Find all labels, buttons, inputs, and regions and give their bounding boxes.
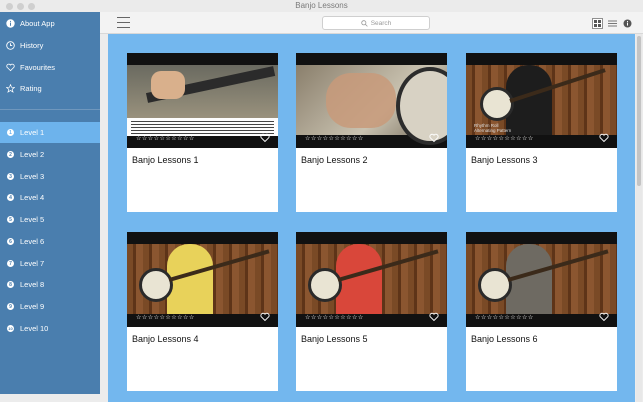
hand-image (151, 71, 185, 99)
sidebar-item-level-3[interactable]: 3 Level 3 (0, 166, 100, 187)
sidebar-item-label: Level 4 (20, 193, 45, 202)
lesson-card[interactable]: ☆☆☆☆☆☆☆☆☆☆ Banjo Lessons 2 (296, 53, 447, 212)
sidebar-item-label: Level 5 (20, 215, 45, 224)
toolbar: Search (100, 12, 643, 34)
level-number-icon: 9 (6, 302, 15, 311)
list-view-icon[interactable] (607, 16, 618, 27)
tablature-image (127, 118, 278, 136)
banjo-image (308, 268, 342, 302)
sidebar-item-level-8[interactable]: 8 Level 8 (0, 274, 100, 295)
sidebar-item-label: History (20, 41, 44, 50)
search-input[interactable]: Search (322, 16, 430, 30)
level-number-icon: 8 (6, 280, 15, 289)
sidebar-item-rating[interactable]: Rating (0, 78, 100, 99)
favourite-heart-icon[interactable] (599, 312, 609, 322)
sidebar-item-label: Level 8 (20, 280, 45, 289)
favourite-heart-icon[interactable] (260, 133, 270, 143)
lesson-card[interactable]: ☆☆☆☆☆☆☆☆☆☆ Banjo Lessons 4 (127, 232, 278, 391)
grid-view-icon[interactable] (592, 16, 603, 29)
heart-outline-icon (6, 63, 15, 72)
window-title: Banjo Lessons (295, 1, 348, 10)
level-number-icon: 7 (6, 259, 15, 268)
lesson-card[interactable]: ☆☆☆☆☆☆☆☆☆☆ Banjo Lessons 6 (466, 232, 617, 391)
lesson-title: Banjo Lessons 5 (301, 334, 368, 344)
level-number-icon: 2 (6, 150, 15, 159)
scroll-thumb[interactable] (637, 36, 641, 186)
search-icon (360, 19, 368, 27)
rating-stars[interactable]: ☆☆☆☆☆☆☆☆☆☆ (136, 135, 195, 142)
rating-stars[interactable]: ☆☆☆☆☆☆☆☆☆☆ (136, 314, 195, 321)
lesson-thumbnail[interactable]: ☆☆☆☆☆☆☆☆☆☆ (296, 232, 447, 327)
level-number-icon: 10 (7, 325, 14, 332)
sidebar-item-label: Level 1 (20, 128, 45, 137)
sidebar-item-label: Level 6 (20, 237, 45, 246)
banjo-image (480, 87, 514, 121)
sidebar-item-level-9[interactable]: 9 Level 9 (0, 296, 100, 317)
rating-stars[interactable]: ☆☆☆☆☆☆☆☆☆☆ (475, 135, 534, 142)
sidebar-divider (0, 109, 100, 110)
sidebar-item-label: Level 10 (20, 324, 49, 333)
favourite-heart-icon[interactable] (260, 312, 270, 322)
favourite-heart-icon[interactable] (429, 312, 439, 322)
banjo-image (478, 268, 512, 302)
lesson-thumbnail[interactable]: ☆☆☆☆☆☆☆☆☆☆ (466, 232, 617, 327)
lesson-thumbnail[interactable]: ☆☆☆☆☆☆☆☆☆☆ (296, 53, 447, 148)
level-number-icon: 6 (6, 237, 15, 246)
favourite-heart-icon[interactable] (599, 133, 609, 143)
rating-stars[interactable]: ☆☆☆☆☆☆☆☆☆☆ (305, 314, 364, 321)
rating-stars[interactable]: ☆☆☆☆☆☆☆☆☆☆ (475, 314, 534, 321)
hand-image (326, 73, 396, 128)
lesson-thumbnail[interactable]: ☆☆☆☆☆☆☆☆☆☆ (127, 232, 278, 327)
lesson-title: Banjo Lessons 3 (471, 155, 538, 165)
sidebar-item-label: Favourites (20, 63, 56, 72)
rating-stars[interactable]: ☆☆☆☆☆☆☆☆☆☆ (305, 135, 364, 142)
sidebar-item-about-app[interactable]: About App (0, 13, 100, 34)
sidebar-item-history[interactable]: History (0, 35, 100, 56)
sidebar: About App History Favourites Rating 1 Le… (0, 12, 100, 394)
sidebar-item-label: Level 2 (20, 150, 45, 159)
sidebar-item-label: Level 7 (20, 259, 45, 268)
lessons-grid: ☆☆☆☆☆☆☆☆☆☆ Banjo Lessons 1 ☆☆☆☆☆☆☆☆☆☆ Ba… (108, 34, 635, 402)
lesson-card[interactable]: ☆☆☆☆☆☆☆☆☆☆ Banjo Lessons 1 (127, 53, 278, 212)
sidebar-item-level-5[interactable]: 5 Level 5 (0, 209, 100, 230)
sidebar-item-label: About App (20, 19, 55, 28)
lesson-card[interactable]: ☆☆☆☆☆☆☆☆☆☆ Banjo Lessons 5 (296, 232, 447, 391)
sidebar-item-level-1[interactable]: 1 Level 1 (0, 122, 100, 143)
sidebar-item-level-7[interactable]: 7 Level 7 (0, 253, 100, 274)
lesson-title: Banjo Lessons 1 (132, 155, 199, 165)
level-number-icon: 4 (6, 193, 15, 202)
lesson-title: Banjo Lessons 4 (132, 334, 199, 344)
sidebar-item-label: Level 3 (20, 172, 45, 181)
lesson-card[interactable]: Rhythm Roll Alternating Pattern ☆☆☆☆☆☆☆☆… (466, 53, 617, 212)
lesson-title: Banjo Lessons 2 (301, 155, 368, 165)
sidebar-item-label: Level 9 (20, 302, 45, 311)
banjo-image (139, 268, 173, 302)
video-caption: Rhythm Roll Alternating Pattern (474, 123, 512, 133)
lesson-title: Banjo Lessons 6 (471, 334, 538, 344)
lesson-thumbnail[interactable]: ☆☆☆☆☆☆☆☆☆☆ (127, 53, 278, 148)
level-number-icon: 3 (6, 172, 15, 181)
star-outline-icon (6, 84, 15, 93)
lesson-thumbnail[interactable]: Rhythm Roll Alternating Pattern ☆☆☆☆☆☆☆☆… (466, 53, 617, 148)
level-number-icon: 5 (6, 215, 15, 224)
search-placeholder: Search (370, 19, 392, 27)
sidebar-item-level-10[interactable]: 10 Level 10 (0, 318, 100, 339)
sidebar-item-level-2[interactable]: 2 Level 2 (0, 144, 100, 165)
menu-icon[interactable] (117, 17, 130, 28)
info-icon[interactable] (622, 16, 633, 28)
clock-icon (6, 41, 15, 50)
sidebar-item-level-4[interactable]: 4 Level 4 (0, 187, 100, 208)
info-icon (6, 19, 15, 28)
level-number-icon: 1 (6, 128, 15, 137)
sidebar-item-favourites[interactable]: Favourites (0, 57, 100, 78)
sidebar-item-level-6[interactable]: 6 Level 6 (0, 231, 100, 252)
favourite-heart-icon[interactable] (429, 133, 439, 143)
content-scrollbar[interactable] (636, 34, 642, 402)
sidebar-item-label: Rating (20, 84, 42, 93)
